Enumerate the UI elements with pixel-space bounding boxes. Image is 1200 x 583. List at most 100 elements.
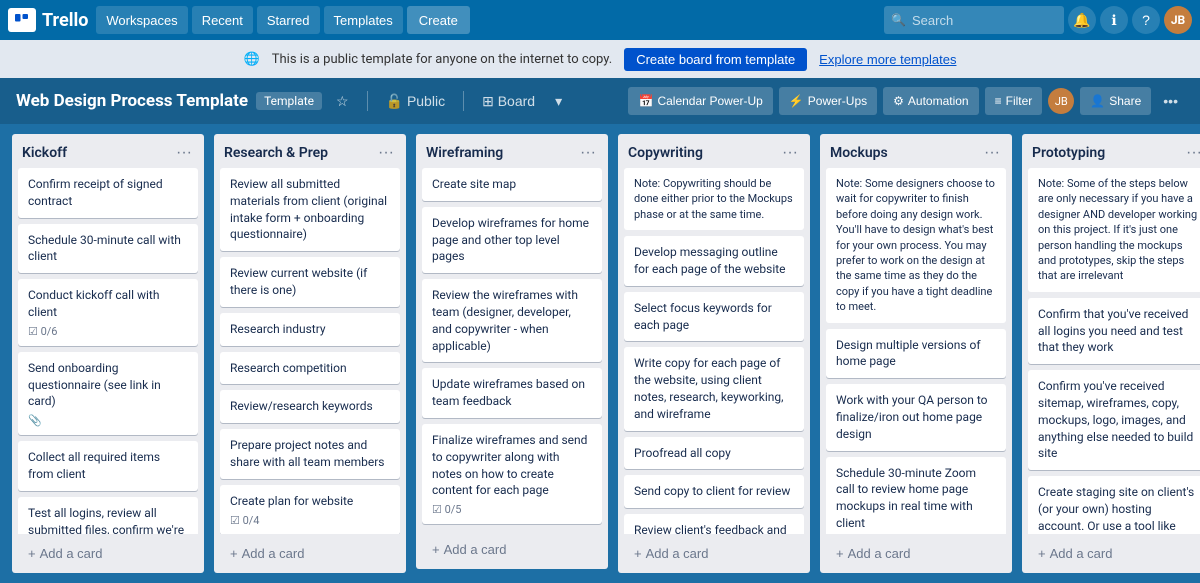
table-row[interactable]: Schedule 30-minute call with client	[18, 224, 198, 274]
list-menu-btn-prototyping[interactable]: ···	[1182, 142, 1200, 164]
table-row[interactable]: Schedule 30-minute Zoom call to review h…	[826, 457, 1006, 535]
star-btn[interactable]: ☆	[330, 89, 355, 114]
add-card-btn-mockups[interactable]: + Add a card	[828, 540, 1004, 567]
notifications-btn[interactable]: 🔔	[1068, 6, 1096, 34]
table-row[interactable]: Write copy for each page of the website,…	[624, 347, 804, 430]
calendar-power-up-btn[interactable]: 📅 Calendar Power-Up	[628, 87, 772, 115]
table-row[interactable]: Work with your QA person to finalize/iro…	[826, 384, 1006, 450]
templates-btn[interactable]: Templates	[324, 6, 403, 34]
table-row[interactable]: Confirm that you've received all logins …	[1028, 298, 1200, 364]
public-btn[interactable]: 🔓 Public	[380, 89, 451, 114]
card-text: Test all logins, review all submitted fi…	[28, 505, 188, 534]
table-row[interactable]: Review all submitted materials from clie…	[220, 168, 400, 251]
add-card-btn-copywriting[interactable]: + Add a card	[626, 540, 802, 567]
table-row[interactable]: Review current website (if there is one)	[220, 257, 400, 307]
recent-btn[interactable]: Recent	[192, 6, 253, 34]
table-row[interactable]: Select focus keywords for each page	[624, 292, 804, 342]
checklist-icon: ☑ 0/5	[432, 503, 462, 516]
card-text: Confirm you've received sitemap, wirefra…	[1038, 378, 1198, 462]
list-title-wireframing: Wireframing	[426, 145, 503, 161]
add-card-btn-wireframing[interactable]: + Add a card	[424, 536, 600, 563]
card-text: Prepare project notes and share with all…	[230, 437, 390, 471]
table-row[interactable]: Collect all required items from client	[18, 441, 198, 491]
info-btn[interactable]: ℹ	[1100, 6, 1128, 34]
table-row[interactable]: Review client's feedback and submit to w…	[624, 514, 804, 534]
table-row[interactable]: Develop messaging outline for each page …	[624, 236, 804, 286]
table-row[interactable]: Review/research keywords	[220, 390, 400, 423]
explore-templates-btn[interactable]: Explore more templates	[819, 52, 956, 67]
table-row[interactable]: Create plan for website☑ 0/4	[220, 485, 400, 534]
share-btn[interactable]: 👤 Share	[1080, 87, 1151, 115]
table-row[interactable]: Research industry	[220, 313, 400, 346]
more-btn[interactable]: •••	[1157, 89, 1184, 113]
card-text: Research industry	[230, 321, 390, 338]
table-row[interactable]: Develop wireframes for home page and oth…	[422, 207, 602, 273]
table-row[interactable]: Review the wireframes with team (designe…	[422, 279, 602, 362]
power-ups-btn[interactable]: ⚡ Power-Ups	[779, 87, 877, 115]
card-text: Schedule 30-minute call with client	[28, 232, 188, 266]
add-icon: +	[836, 546, 844, 561]
card-text: Review client's feedback and submit to w…	[634, 522, 794, 534]
card-text: Select focus keywords for each page	[634, 300, 794, 334]
board-view-expand-btn[interactable]: ▾	[549, 89, 568, 114]
table-row[interactable]: Create site map	[422, 168, 602, 201]
table-row[interactable]: Design multiple versions of home page	[826, 329, 1006, 379]
starred-btn[interactable]: Starred	[257, 6, 320, 34]
add-icon: +	[1038, 546, 1046, 561]
table-row[interactable]: Create staging site on client's (or your…	[1028, 476, 1200, 534]
list-research-prep: Research & Prep ··· Review all submitted …	[214, 134, 406, 573]
table-row[interactable]: Confirm receipt of signed contract	[18, 168, 198, 218]
table-row[interactable]: Confirm you've received sitemap, wirefra…	[1028, 370, 1200, 470]
add-card-btn-research-prep[interactable]: + Add a card	[222, 540, 398, 567]
list-menu-btn-mockups[interactable]: ···	[980, 142, 1004, 164]
card-text: Schedule 30-minute Zoom call to review h…	[836, 465, 996, 532]
list-cards-kickoff: Confirm receipt of signed contract Schedu…	[12, 168, 204, 534]
card-text: Review current website (if there is one)	[230, 265, 390, 299]
list-menu-btn-research-prep[interactable]: ···	[374, 142, 398, 164]
help-btn[interactable]: ?	[1132, 6, 1160, 34]
card-text: Review all submitted materials from clie…	[230, 176, 390, 243]
create-board-from-template-btn[interactable]: Create board from template	[624, 48, 807, 71]
table-row[interactable]: Send onboarding questionnaire (see link …	[18, 352, 198, 435]
table-row[interactable]: Conduct kickoff call with client☑ 0/6	[18, 279, 198, 346]
table-row[interactable]: Send copy to client for review	[624, 475, 804, 508]
board-avatar[interactable]: JB	[1048, 88, 1074, 114]
table-row[interactable]: Research competition	[220, 352, 400, 385]
user-avatar[interactable]: JB	[1164, 6, 1192, 34]
board-header: Web Design Process Template Template ☆ 🔓…	[0, 78, 1200, 124]
table-row[interactable]: Prepare project notes and share with all…	[220, 429, 400, 479]
list-menu-btn-kickoff[interactable]: ···	[172, 142, 196, 164]
globe-icon: 🌐	[244, 52, 260, 67]
card-text: Send copy to client for review	[634, 483, 794, 500]
table-row[interactable]: Proofread all copy	[624, 437, 804, 470]
list-cards-mockups: Note: Some designers choose to wait for …	[820, 168, 1012, 534]
list-title-research-prep: Research & Prep	[224, 145, 328, 161]
automation-btn[interactable]: ⚙ Automation	[883, 87, 978, 115]
public-template-banner: 🌐 This is a public template for anyone o…	[0, 40, 1200, 78]
card-text: Develop messaging outline for each page …	[634, 244, 794, 278]
card-text: Proofread all copy	[634, 445, 794, 462]
add-card-btn-prototyping[interactable]: + Add a card	[1030, 540, 1200, 567]
list-cards-copywriting: Note: Copywriting should be done either …	[618, 168, 810, 534]
card-text: Conduct kickoff call with client	[28, 287, 188, 321]
list-wireframing: Wireframing ··· Create site map Develop wi…	[416, 134, 608, 569]
trello-logo[interactable]: Trello	[8, 8, 88, 32]
search-input[interactable]	[884, 6, 1064, 34]
table-row[interactable]: Update wireframes based on team feedback	[422, 368, 602, 418]
card-text: Update wireframes based on team feedback	[432, 376, 592, 410]
add-icon: +	[28, 546, 36, 561]
workspaces-btn[interactable]: Workspaces	[96, 6, 187, 34]
board-view-btn[interactable]: ⊞ Board	[476, 89, 541, 114]
create-btn[interactable]: Create	[407, 6, 470, 34]
filter-btn[interactable]: ≡ Filter	[985, 87, 1043, 115]
note-card: Note: Copywriting should be done either …	[624, 168, 804, 230]
card-text: Create site map	[432, 176, 592, 193]
list-menu-btn-wireframing[interactable]: ···	[576, 142, 600, 164]
top-nav: Trello Workspaces Recent Starred Templat…	[0, 0, 1200, 40]
list-menu-btn-copywriting[interactable]: ···	[778, 142, 802, 164]
board-title: Web Design Process Template	[16, 91, 248, 111]
add-card-btn-kickoff[interactable]: + Add a card	[20, 540, 196, 567]
table-row[interactable]: Finalize wireframes and send to copywrit…	[422, 424, 602, 524]
list-title-kickoff: Kickoff	[22, 145, 67, 161]
table-row[interactable]: Test all logins, review all submitted fi…	[18, 497, 198, 534]
